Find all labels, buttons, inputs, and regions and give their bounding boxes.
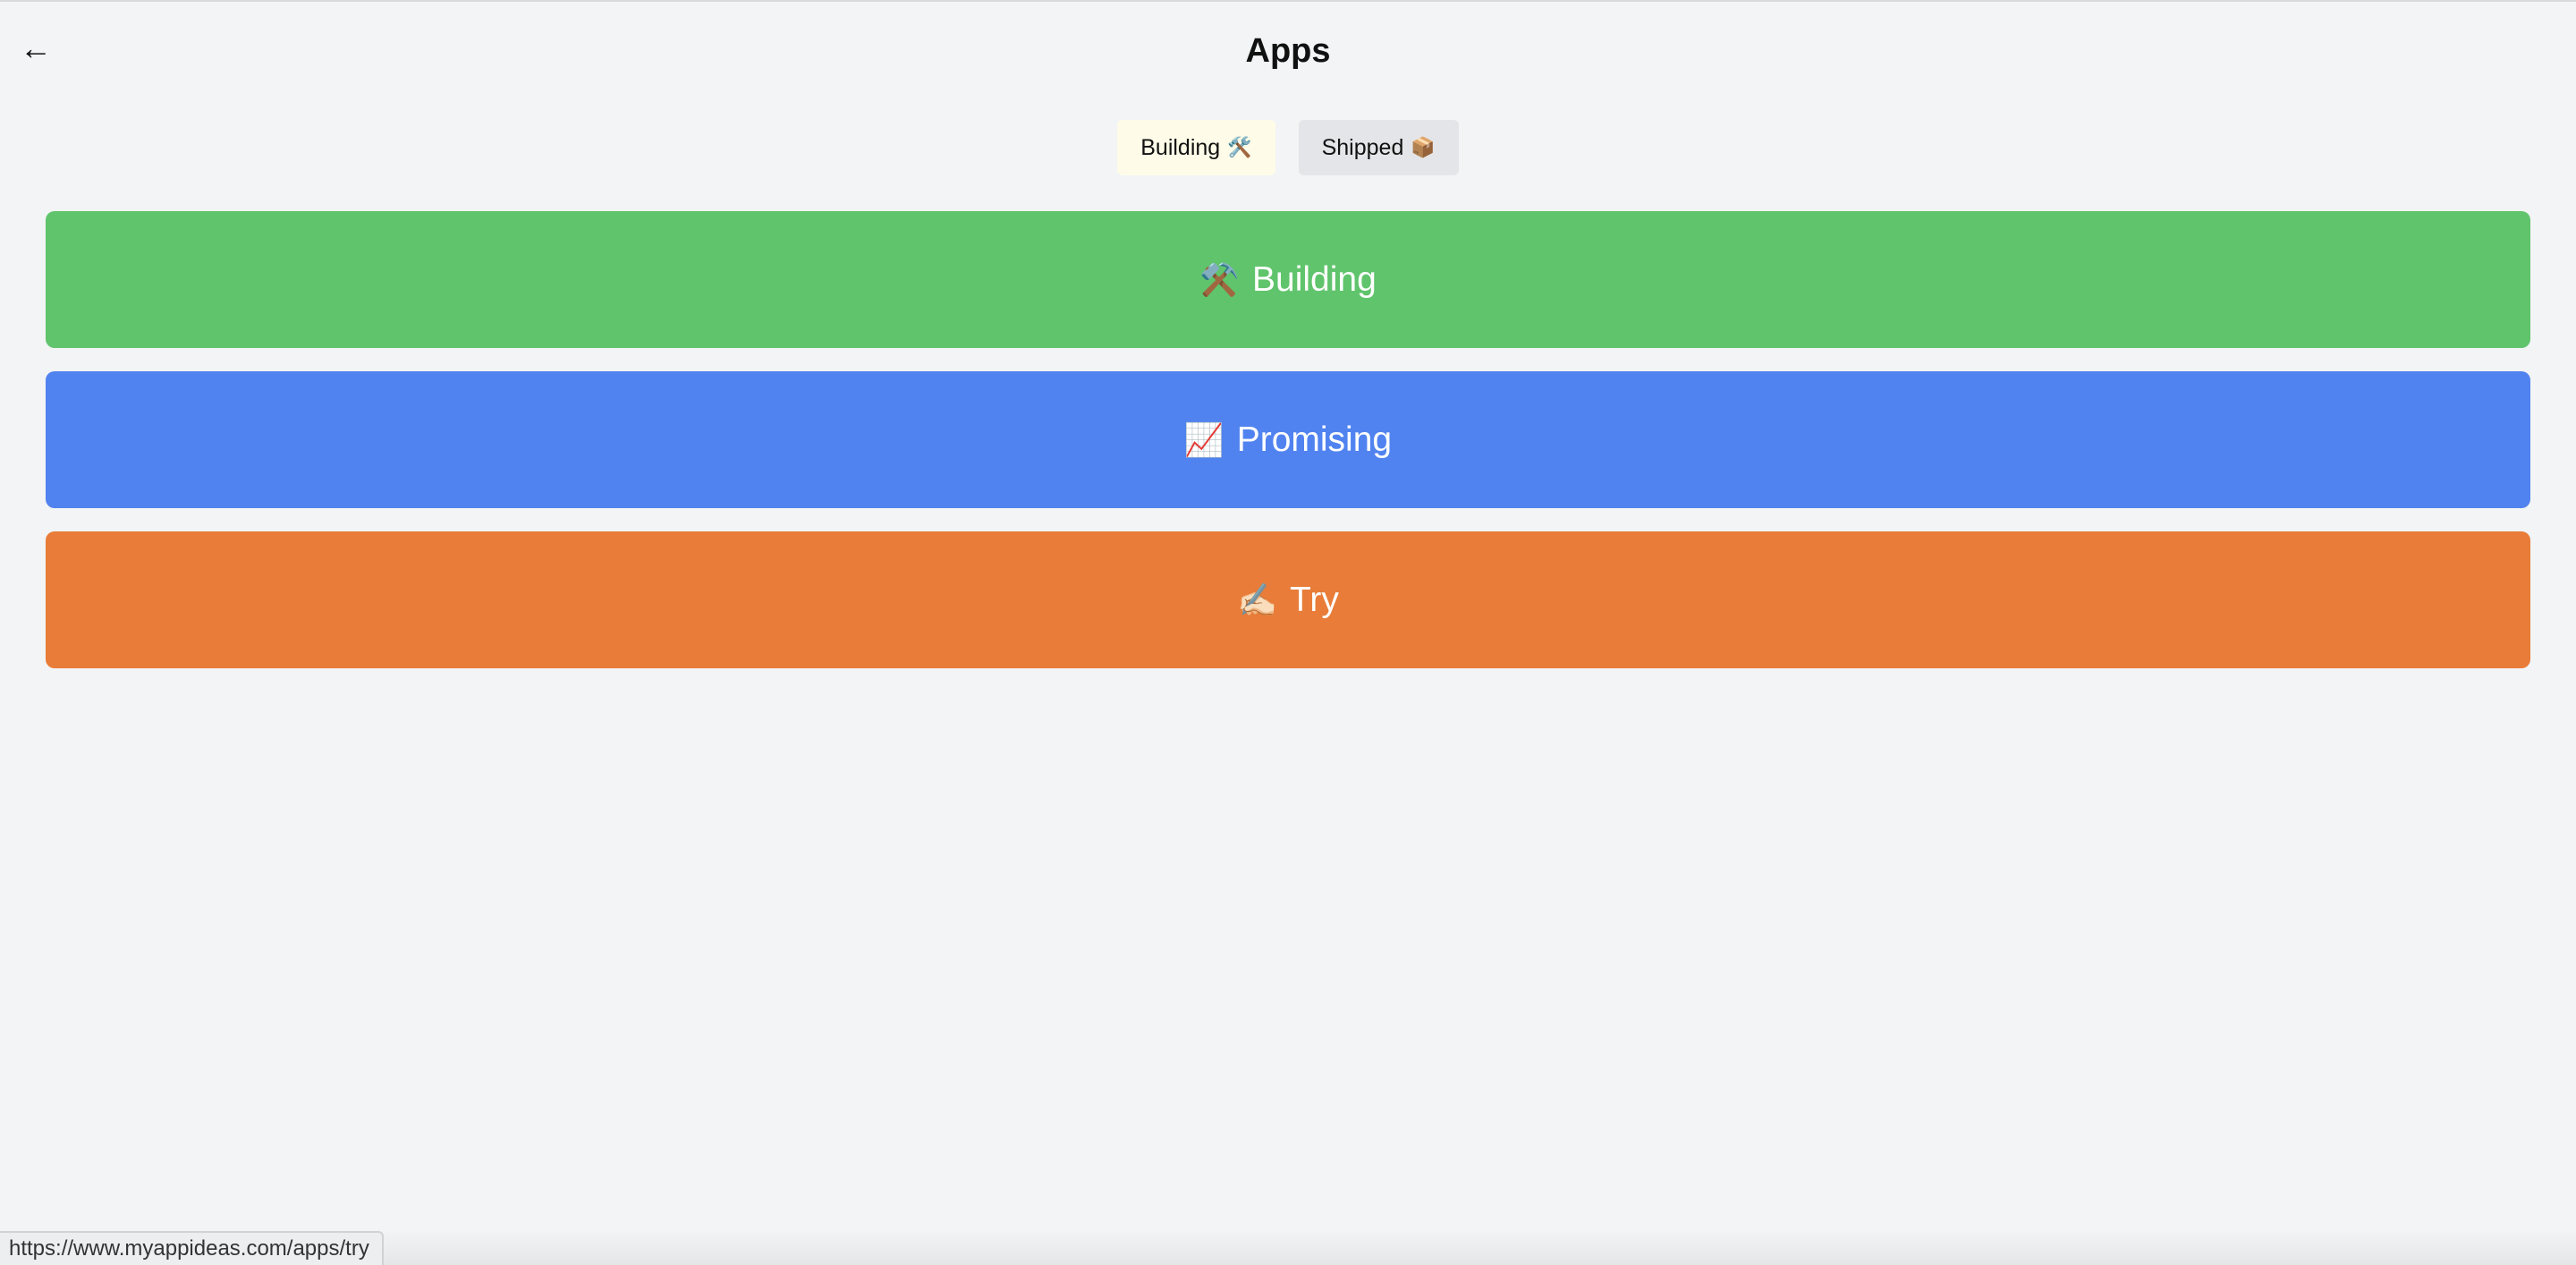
package-icon: 📦 — [1411, 136, 1436, 158]
category-card-building[interactable]: ⚒️ Building — [46, 211, 2530, 348]
hammer-pick-icon: ⚒️ — [1199, 260, 1241, 298]
chart-increasing-icon: 📈 — [1183, 420, 1224, 458]
apps-page: ← Apps Building 🛠️ Shipped 📦 ⚒️ Building… — [0, 0, 2576, 1265]
category-card-promising[interactable]: 📈 Promising — [46, 371, 2530, 508]
writing-hand-icon: ✍🏻 — [1237, 581, 1277, 618]
category-card-label: Promising — [1236, 420, 1393, 459]
category-list: ⚒️ Building 📈 Promising ✍🏻 Try — [46, 211, 2530, 692]
category-card-label: Try — [1289, 580, 1339, 619]
page-title: Apps — [1245, 32, 1331, 70]
tab-bar: Building 🛠️ Shipped 📦 — [0, 120, 2576, 175]
tab-shipped[interactable]: Shipped 📦 — [1298, 120, 1459, 175]
tools-icon: 🛠️ — [1227, 136, 1252, 158]
tab-building[interactable]: Building 🛠️ — [1117, 120, 1275, 175]
status-bar-url: https://www.myappideas.com/apps/try — [0, 1231, 384, 1265]
category-card-label: Building — [1252, 259, 1377, 299]
bottom-shadow — [0, 1229, 2576, 1265]
tab-shipped-label: Shipped — [1321, 134, 1404, 160]
tab-building-label: Building — [1140, 134, 1221, 160]
category-card-try[interactable]: ✍🏻 Try — [46, 531, 2530, 668]
